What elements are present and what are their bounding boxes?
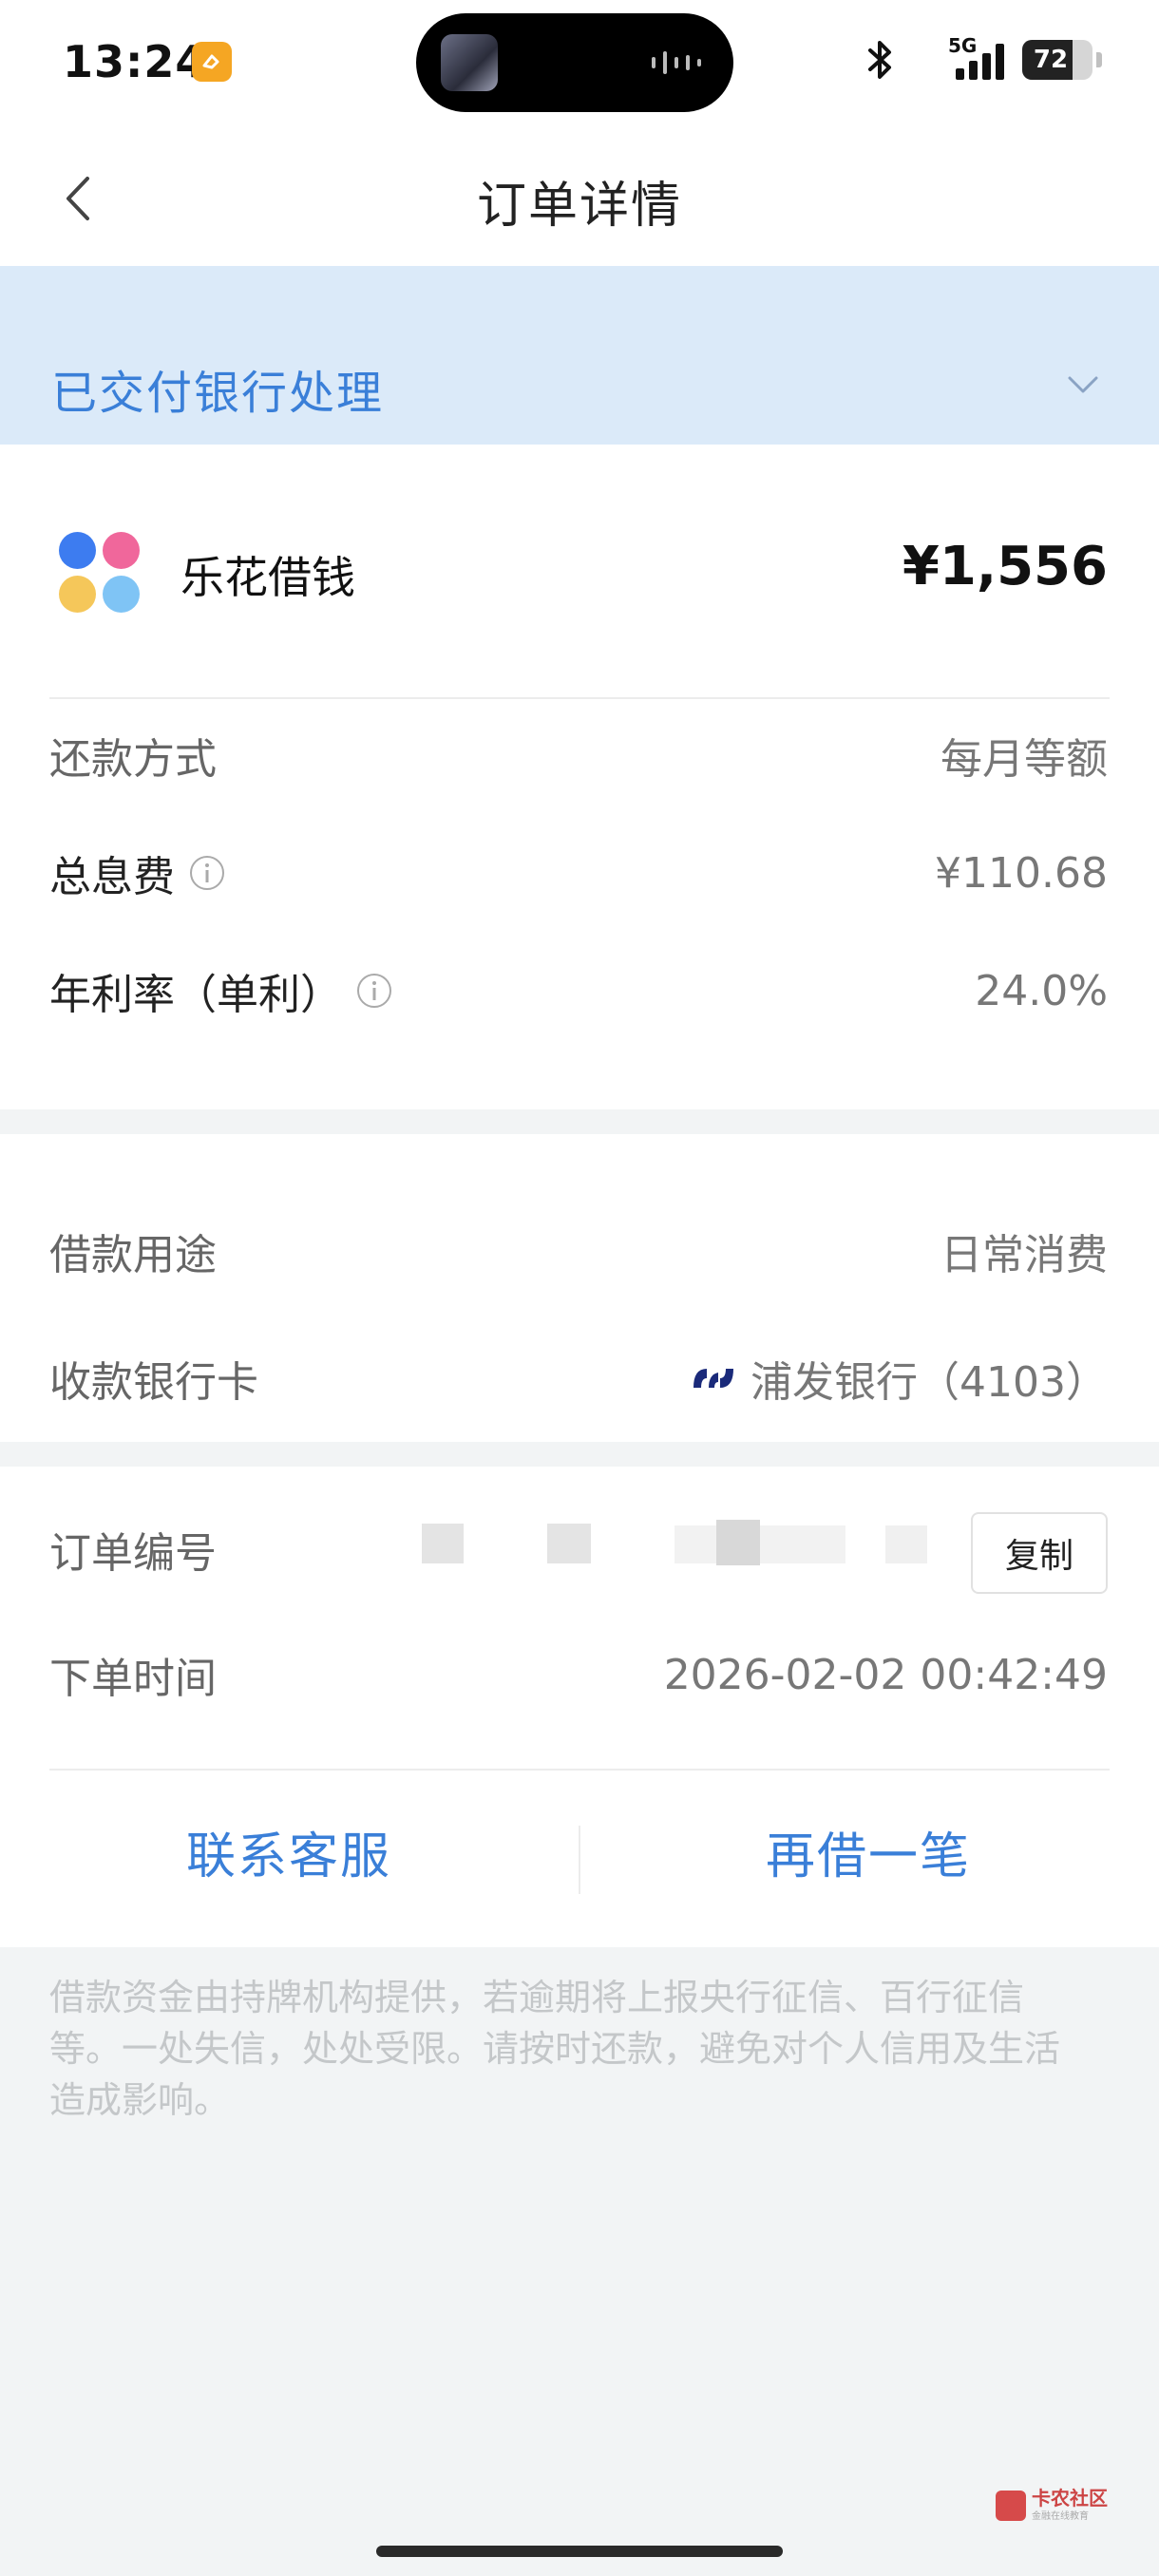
watermark-sub: 金融在线教育: [1032, 2511, 1089, 2522]
total-interest-label: 总息费: [49, 853, 175, 901]
divider: [49, 697, 1110, 699]
disclaimer-text: 借款资金由持牌机构提供，若逾期将上报央行征信、百行征信等。一处失信，处处受限。请…: [49, 1977, 1061, 2121]
battery-icon: 72: [1022, 40, 1092, 80]
watermark: 卡农社区 金融在线教育: [996, 2489, 1108, 2522]
status-indicators: 5G 72: [864, 34, 1102, 82]
loan-purpose-value: 日常消费: [940, 1231, 1108, 1279]
contact-support-button[interactable]: 联系客服: [23, 1810, 555, 1904]
order-status-text: 已交付银行处理: [51, 367, 385, 420]
signal-icon: 5G: [906, 34, 1013, 82]
info-icon[interactable]: [188, 854, 226, 892]
chevron-down-icon[interactable]: [1066, 374, 1100, 397]
order-time-row: 下单时间 2026-02-02 00:42:49: [49, 1641, 1108, 1708]
watermark-logo-icon: [996, 2490, 1026, 2521]
bank-card-value-wrap: 浦发银行（4103）: [690, 1348, 1108, 1409]
battery-level: 72: [1033, 46, 1069, 74]
app-badge-icon: [192, 42, 232, 82]
repay-method-label: 还款方式: [49, 735, 217, 784]
home-indicator[interactable]: [376, 2546, 783, 2557]
copy-button[interactable]: 复制: [971, 1512, 1108, 1594]
product-logo-icon: [59, 532, 141, 614]
dynamic-island: [416, 13, 733, 112]
bank-card-label: 收款银行卡: [49, 1358, 258, 1407]
order-info-card: 订单编号 复制 下单时间 2026-02-02 00:42:49 联系客服 再借…: [0, 1467, 1159, 1947]
page-title: 订单详情: [476, 178, 682, 235]
redacted-order-number: [885, 1525, 927, 1563]
order-time-label: 下单时间: [49, 1655, 217, 1703]
status-time: 13:24: [63, 36, 207, 87]
annual-rate-row: 年利率（单利） 24.0%: [49, 957, 1108, 1024]
loan-amount: ¥1,556: [902, 536, 1108, 597]
battery-cap: [1096, 52, 1102, 67]
loan-summary-card: 乐花借钱 ¥1,556 还款方式 每月等额 总息费 ¥110.68 年利率（单利…: [0, 445, 1159, 1109]
repay-method-row: 还款方式 每月等额: [49, 722, 1108, 788]
annual-rate-label: 年利率（单利）: [49, 971, 342, 1019]
redacted-order-number: [674, 1525, 846, 1563]
bank-card-row: 收款银行卡 浦发银行（4103）: [49, 1345, 1108, 1411]
repay-method-value: 每月等额: [940, 735, 1108, 784]
divider: [49, 1769, 1110, 1771]
order-time-value: 2026-02-02 00:42:49: [663, 1650, 1108, 1699]
status-bar: 13:24 5G 72: [0, 0, 1159, 127]
redacted-order-number: [422, 1524, 464, 1563]
bank-card-value: 浦发银行（4103）: [750, 1358, 1108, 1407]
spdb-bank-logo-icon: [694, 1369, 734, 1388]
redacted-order-number: [547, 1524, 591, 1563]
annual-rate-label-wrap: 年利率（单利）: [49, 960, 393, 1021]
audio-wave-icon: [652, 51, 701, 74]
loan-purpose-label: 借款用途: [49, 1231, 217, 1279]
bluetooth-icon: [868, 41, 891, 79]
nav-bar: 订单详情: [0, 127, 1159, 266]
redacted-order-number: [716, 1520, 760, 1565]
watermark-text-block: 卡农社区 金融在线教育: [1032, 2489, 1108, 2522]
action-separator: [579, 1826, 580, 1894]
now-playing-thumbnail: [441, 34, 498, 91]
loan-purpose-row: 借款用途 日常消费: [49, 1218, 1108, 1284]
order-number-label: 订单编号: [49, 1529, 217, 1578]
product-name: 乐花借钱: [180, 552, 355, 603]
order-status-banner[interactable]: 已交付银行处理: [0, 266, 1159, 445]
total-interest-label-wrap: 总息费: [49, 843, 226, 903]
annual-rate-value: 24.0%: [975, 966, 1108, 1015]
borrow-again-button[interactable]: 再借一笔: [602, 1810, 1134, 1904]
total-interest-value: ¥110.68: [935, 848, 1108, 898]
total-interest-row: 总息费 ¥110.68: [49, 840, 1108, 906]
loan-usage-card: 借款用途 日常消费 收款银行卡 浦发银行（4103）: [0, 1134, 1159, 1442]
watermark-name: 卡农社区: [1032, 2487, 1108, 2510]
info-icon[interactable]: [355, 972, 393, 1010]
